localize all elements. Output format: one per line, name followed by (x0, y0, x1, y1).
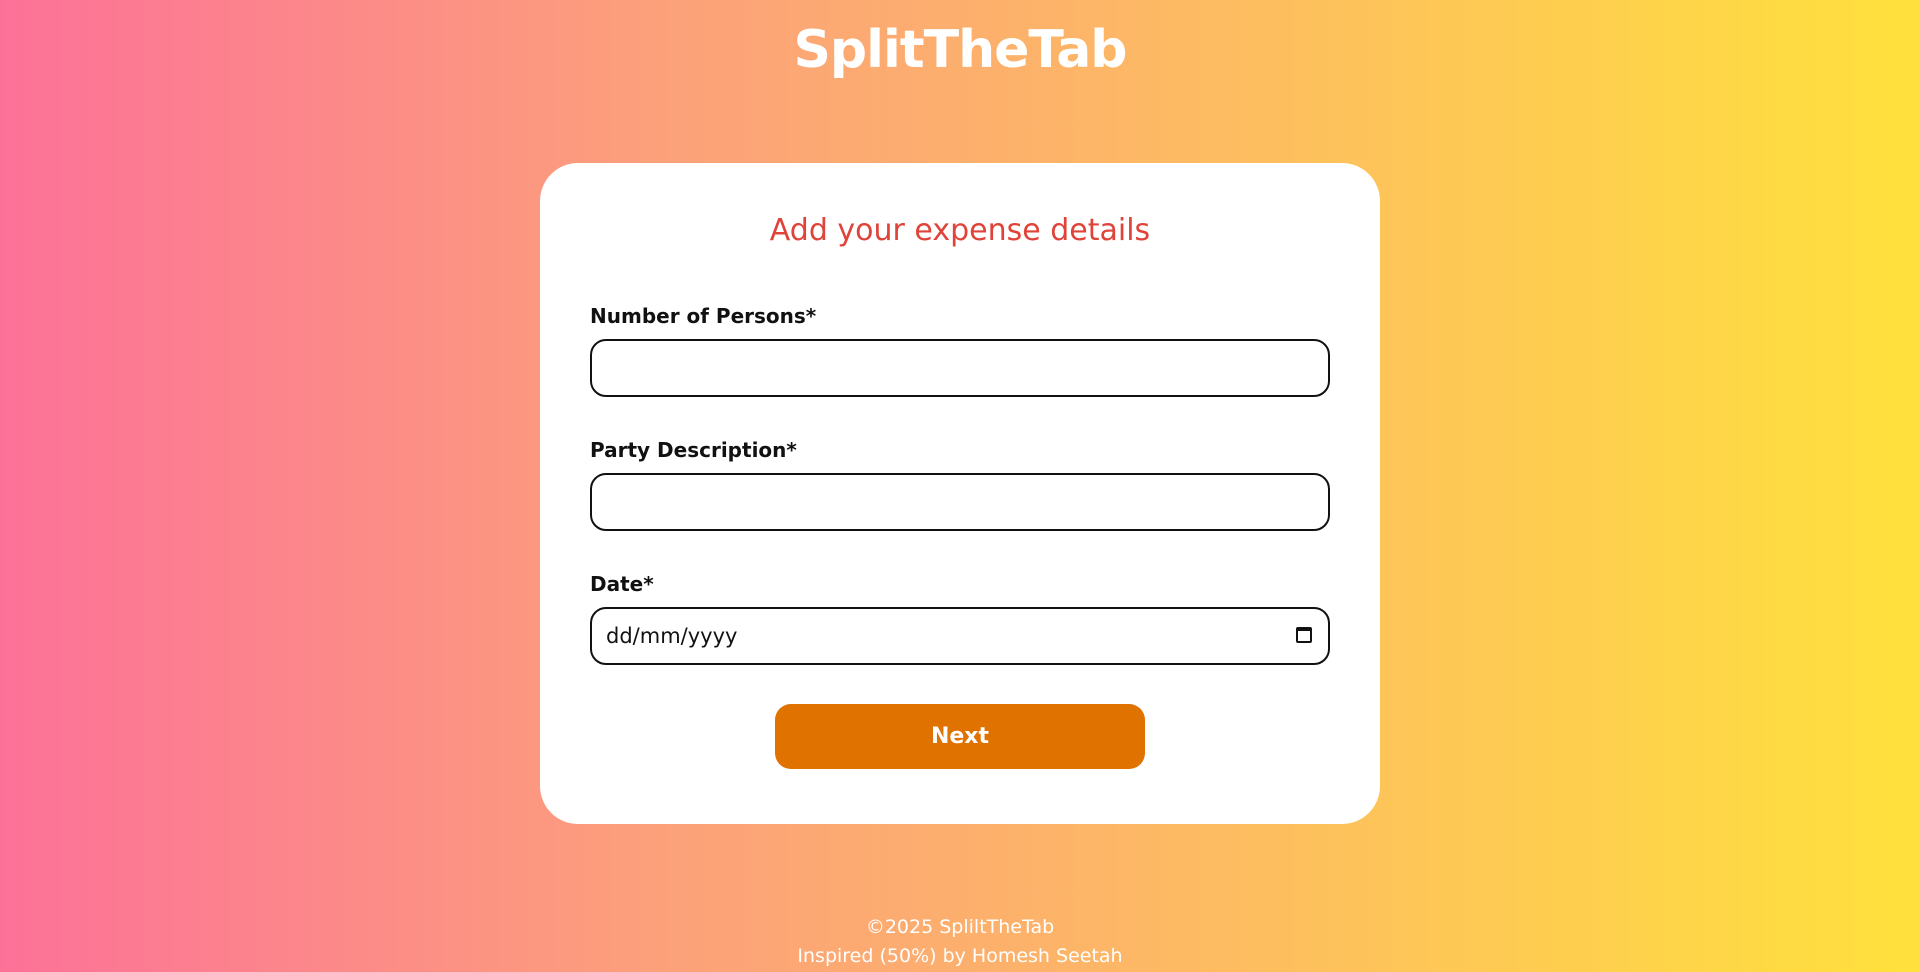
date-input[interactable]: dd/mm/yyyy (590, 607, 1330, 665)
date-input-value: dd/mm/yyyy (606, 624, 738, 648)
footer-credit: Inspired (50%) by Homesh Seetah (797, 945, 1123, 967)
expense-form-card: Add your expense details Number of Perso… (540, 163, 1380, 824)
number-of-persons-input[interactable] (590, 339, 1330, 397)
calendar-icon[interactable] (1296, 627, 1312, 643)
party-description-input[interactable] (590, 473, 1330, 531)
number-of-persons-label: Number of Persons* (590, 304, 817, 328)
form-title: Add your expense details (769, 213, 1151, 248)
date-label: Date* (590, 572, 654, 596)
next-button[interactable]: Next (775, 704, 1145, 769)
party-description-label: Party Description* (590, 438, 797, 462)
footer-copyright: ©2025 SpliltTheTab (865, 916, 1055, 938)
app-logo: SplitTheTab (793, 20, 1127, 80)
